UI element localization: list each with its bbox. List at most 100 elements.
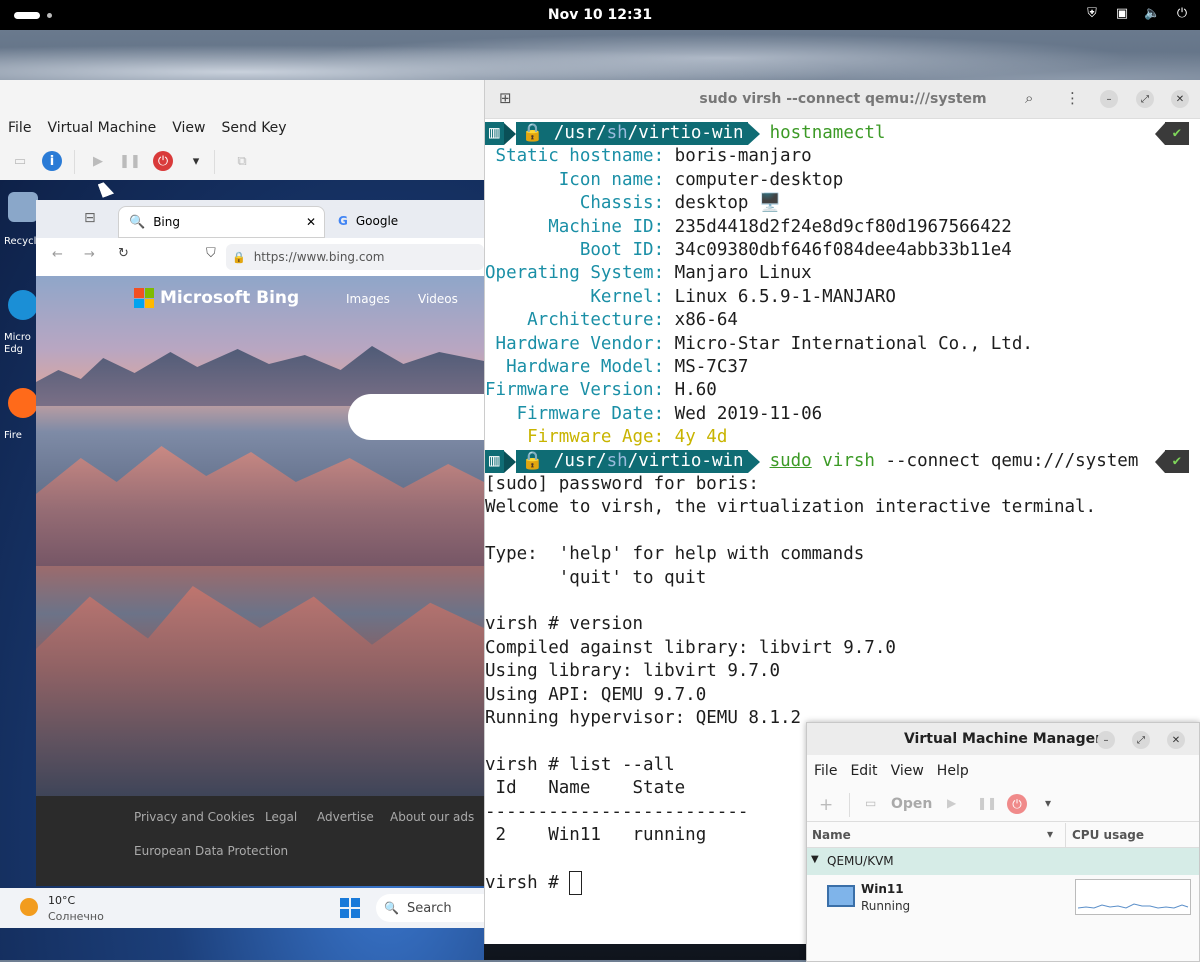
display-icon[interactable]: ▣: [1114, 6, 1130, 21]
search-icon: 🔍: [384, 901, 399, 915]
hostinfo-key: Firmware Age:: [485, 427, 665, 448]
desktop-label-recycle: Recycl: [4, 236, 37, 247]
hostinfo-line: Architecture: x86-64: [485, 309, 738, 332]
nav-videos[interactable]: Videos: [418, 292, 458, 306]
weather-desc[interactable]: Солнечно: [48, 910, 104, 923]
output-line: Welcome to virsh, the virtualization int…: [485, 497, 1097, 518]
run-icon[interactable]: ▶: [947, 796, 956, 810]
close-icon[interactable]: ✕: [1167, 731, 1185, 749]
hostinfo-value: Manjaro Linux: [674, 263, 812, 284]
hostinfo-line: Chassis: desktop 🖥️: [485, 192, 781, 215]
fullscreen-icon[interactable]: ⧉: [232, 151, 252, 171]
minimize-icon[interactable]: –: [1100, 90, 1118, 108]
close-icon[interactable]: ✕: [306, 215, 316, 229]
search-icon: 🔍: [129, 214, 146, 230]
shutdown-icon[interactable]: ⏻: [1007, 794, 1027, 814]
prompt-path-dir: /virtio-win: [627, 450, 744, 471]
maximize-icon[interactable]: ⤢: [1132, 731, 1150, 749]
hostinfo-key: Machine ID:: [485, 216, 665, 237]
new-vm-icon[interactable]: +: [819, 795, 833, 815]
desktop-label-firefox: Fire: [4, 430, 22, 441]
taskbar-search[interactable]: 🔍 Search: [376, 894, 484, 922]
hostinfo-key: Firmware Date:: [485, 403, 665, 424]
hostinfo-line: Kernel: Linux 6.5.9-1-MANJARO: [485, 286, 896, 309]
open-button[interactable]: Open: [891, 796, 932, 812]
back-icon[interactable]: ←: [52, 247, 63, 262]
col-name[interactable]: Name: [812, 828, 851, 842]
maximize-icon[interactable]: ⤢: [1136, 90, 1154, 108]
hostinfo-key: Icon name:: [485, 169, 665, 190]
terminal-title: sudo virsh --connect qemu:///system: [699, 91, 987, 107]
edge-icon[interactable]: [8, 290, 38, 320]
guest-taskbar: 10°C Солнечно 🔍 Search: [0, 888, 484, 928]
search-icon[interactable]: ⌕: [1025, 89, 1033, 107]
chevron-down-icon[interactable]: ▾: [186, 151, 206, 171]
vm-row[interactable]: Win11 Running: [807, 875, 1199, 919]
clock[interactable]: Nov 10 12:31: [0, 7, 1200, 23]
output-line: -------------------------: [485, 801, 749, 822]
weather-icon[interactable]: [20, 898, 38, 916]
bing-logo-text: Microsoft Bing: [160, 288, 300, 308]
vmm-menubar: File Edit View Help: [807, 759, 975, 783]
close-icon[interactable]: ✕: [1171, 90, 1189, 108]
volume-icon[interactable]: 🔈: [1144, 6, 1160, 21]
recycle-bin-icon[interactable]: [8, 192, 38, 222]
expander-icon[interactable]: ▼: [811, 854, 819, 865]
microsoft-logo-icon: [134, 288, 154, 308]
shield-icon[interactable]: ⛨: [1084, 6, 1100, 21]
footer-edp[interactable]: European Data Protection: [134, 844, 288, 858]
console-icon[interactable]: ▭: [865, 796, 876, 810]
menu-virtual-machine[interactable]: Virtual Machine: [39, 116, 164, 140]
console-icon[interactable]: ▭: [10, 151, 30, 171]
menu-view[interactable]: View: [164, 116, 213, 140]
guest-display[interactable]: Recycl Micro Edg Fire ⊟ 🔍 Bing ✕ G Googl…: [0, 180, 484, 960]
output-line: 'quit' to quit: [485, 567, 707, 588]
vmm-menu-help[interactable]: Help: [930, 759, 975, 783]
bing-logo[interactable]: Microsoft Bing: [134, 288, 299, 308]
hostinfo-key: Kernel:: [485, 286, 665, 307]
info-icon[interactable]: i: [42, 151, 62, 171]
chevron-down-icon[interactable]: ▾: [1045, 796, 1051, 810]
forward-icon[interactable]: →: [84, 247, 95, 262]
bing-search-box[interactable]: [348, 394, 484, 440]
hostinfo-line: Operating System: Manjaro Linux: [485, 262, 812, 285]
firefox-icon[interactable]: [8, 388, 38, 418]
footer-legal[interactable]: Legal: [265, 810, 297, 824]
vm-viewer-toolbar: ▭ i ▶ ❚❚ ⏻ ▾ ⧉: [0, 146, 484, 176]
footer-privacy[interactable]: Privacy and Cookies: [134, 810, 255, 824]
pause-icon[interactable]: ❚❚: [977, 796, 997, 810]
vmm-menu-file[interactable]: File: [807, 759, 843, 783]
cpu-usage-graph: [1075, 879, 1191, 915]
tab-bing[interactable]: 🔍 Bing ✕: [118, 206, 325, 238]
nav-images[interactable]: Images: [346, 292, 390, 306]
sort-chevron-icon[interactable]: ▾: [1047, 827, 1053, 841]
hostinfo-value: MS-7C37: [674, 357, 749, 377]
tab-google[interactable]: G Google: [332, 206, 484, 236]
minimize-icon[interactable]: –: [1097, 731, 1115, 749]
footer-about-ads[interactable]: About our ads: [390, 810, 474, 824]
hostinfo-key: Hardware Vendor:: [485, 333, 665, 354]
pause-icon[interactable]: ❚❚: [119, 151, 141, 171]
tab-actions-icon[interactable]: ⊟: [84, 210, 96, 226]
run-icon[interactable]: ▶: [88, 151, 108, 171]
footer-advertise[interactable]: Advertise: [317, 810, 374, 824]
refresh-icon[interactable]: ↻: [118, 246, 129, 261]
output-line: virsh # list --all: [485, 754, 675, 775]
vmm-menu-view[interactable]: View: [884, 759, 930, 783]
address-bar[interactable]: 🔒 https://www.bing.com: [226, 244, 484, 270]
output-line: [sudo] password for boris:: [485, 474, 759, 494]
menu-icon[interactable]: ⋮: [1065, 89, 1080, 107]
vmm-menu-edit[interactable]: Edit: [843, 759, 883, 783]
connection-row[interactable]: ▼ QEMU/KVM: [807, 848, 1199, 875]
col-cpu[interactable]: CPU usage: [1072, 828, 1144, 842]
power-icon[interactable]: ⏻: [1174, 6, 1190, 21]
hostinfo-key: Firmware Version:: [485, 380, 665, 401]
menu-file[interactable]: File: [0, 116, 39, 140]
windows-start-icon[interactable]: [340, 898, 360, 918]
vmm-toolbar: + ▭ Open ▶ ❚❚ ⏻ ▾: [807, 789, 1199, 822]
tab-google-label: Google: [355, 214, 399, 228]
desktop-label-edge: Micro Edg: [4, 332, 31, 355]
weather-temp[interactable]: 10°C: [48, 894, 75, 907]
menu-send-key[interactable]: Send Key: [213, 116, 294, 140]
shutdown-icon[interactable]: ⏻: [153, 151, 173, 171]
